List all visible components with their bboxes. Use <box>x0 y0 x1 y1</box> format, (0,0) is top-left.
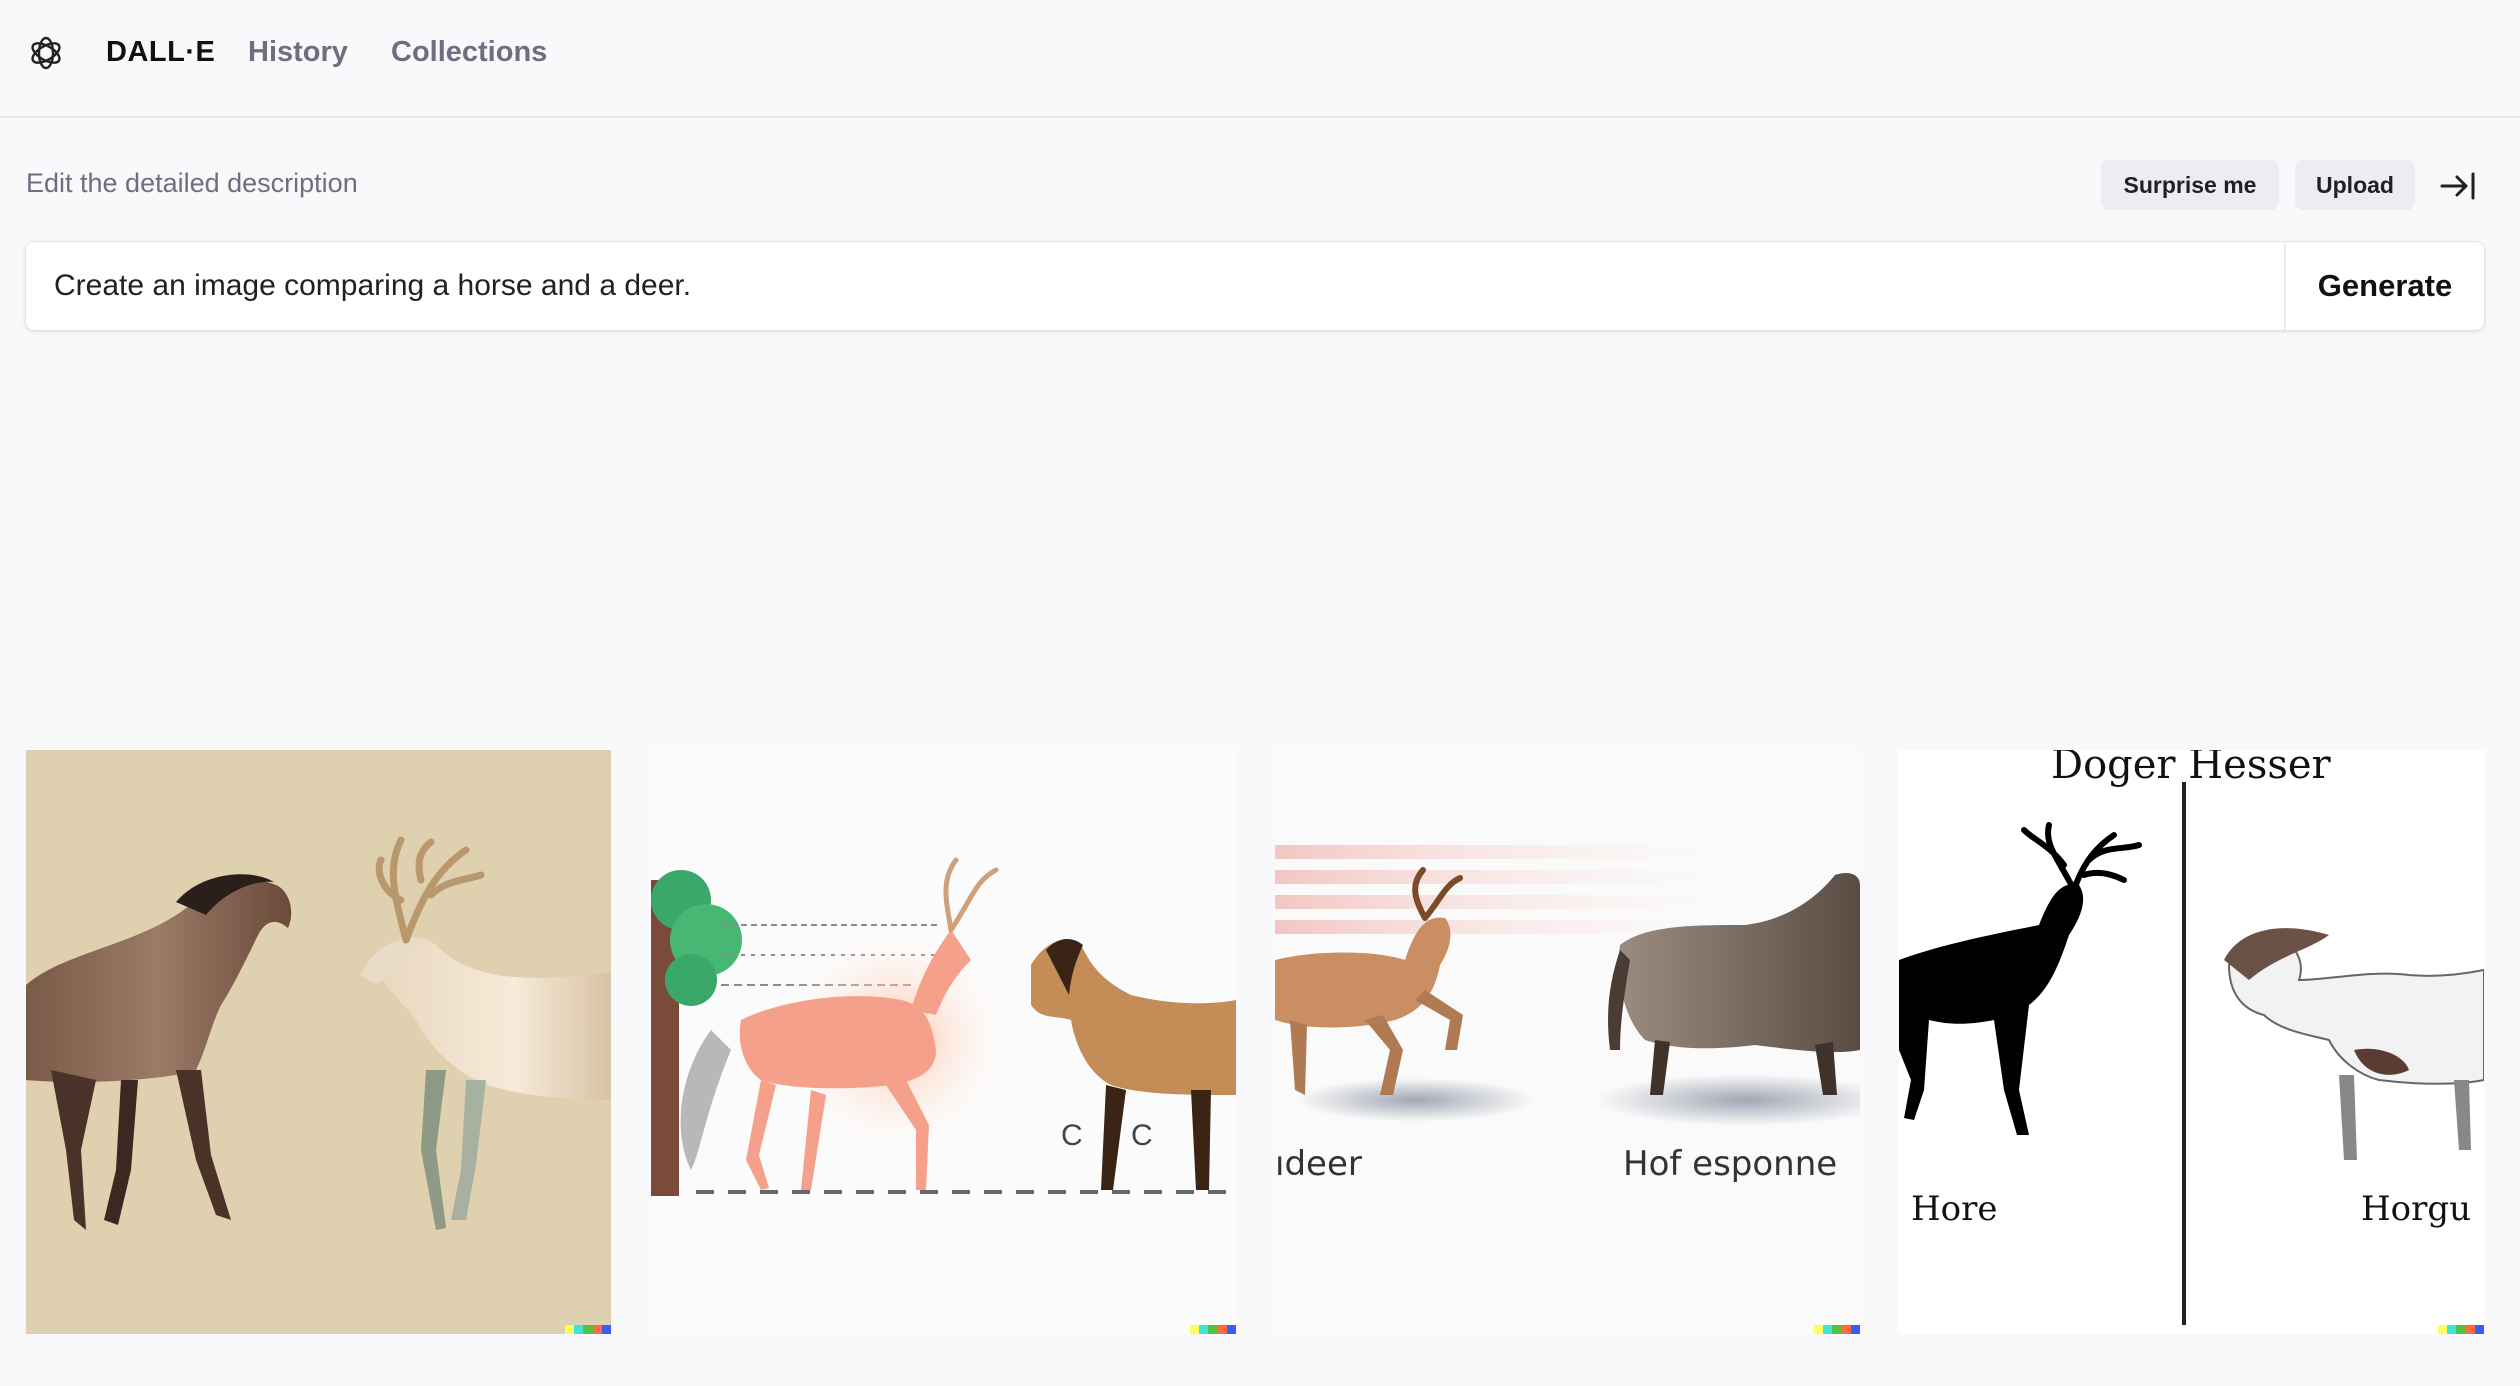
image-text: C <box>1131 1119 1153 1152</box>
generate-button[interactable]: Generate <box>2284 242 2484 330</box>
top-nav: DALL·E History Collections <box>0 0 2520 118</box>
collapse-arrow-icon[interactable] <box>2438 168 2478 204</box>
nav-collections-link[interactable]: Collections <box>391 36 547 69</box>
image-text: ıdeer <box>1275 1144 1362 1184</box>
image-text: Hore <box>1911 1189 1998 1229</box>
result-image-3[interactable]: ıdeer Hof esponne <box>1275 750 1860 1334</box>
brand-title[interactable]: DALL·E <box>106 36 215 69</box>
dalle-signature <box>1190 1325 1236 1334</box>
image-text: Hof esponne <box>1623 1144 1837 1184</box>
result-image-4[interactable]: Doger Hesser Hore Horgu <box>1899 750 2484 1334</box>
image-text: Horgu <box>2361 1189 2471 1229</box>
image-text: Doger Hesser <box>2051 750 2332 788</box>
prompt-label: Edit the detailed description <box>26 168 358 198</box>
upload-button[interactable]: Upload <box>2295 160 2415 210</box>
result-image-1-art <box>26 750 611 1334</box>
result-image-2[interactable]: C C <box>651 750 1236 1334</box>
dalle-signature <box>2438 1325 2484 1334</box>
surprise-me-button[interactable]: Surprise me <box>2101 160 2279 210</box>
dalle-signature <box>565 1325 611 1334</box>
result-image-3-art: ıdeer Hof esponne <box>1275 750 1860 1334</box>
openai-logo-icon[interactable] <box>26 33 66 73</box>
result-image-4-art: Doger Hesser Hore Horgu <box>1899 750 2484 1334</box>
nav-history-link[interactable]: History <box>248 36 348 69</box>
prompt-box: Generate <box>26 242 2484 330</box>
image-text: C <box>1061 1119 1083 1152</box>
prompt-input[interactable] <box>26 242 2286 330</box>
result-image-1[interactable] <box>26 750 611 1334</box>
dalle-signature <box>1814 1325 1860 1334</box>
result-image-2-art: C C <box>651 750 1236 1334</box>
